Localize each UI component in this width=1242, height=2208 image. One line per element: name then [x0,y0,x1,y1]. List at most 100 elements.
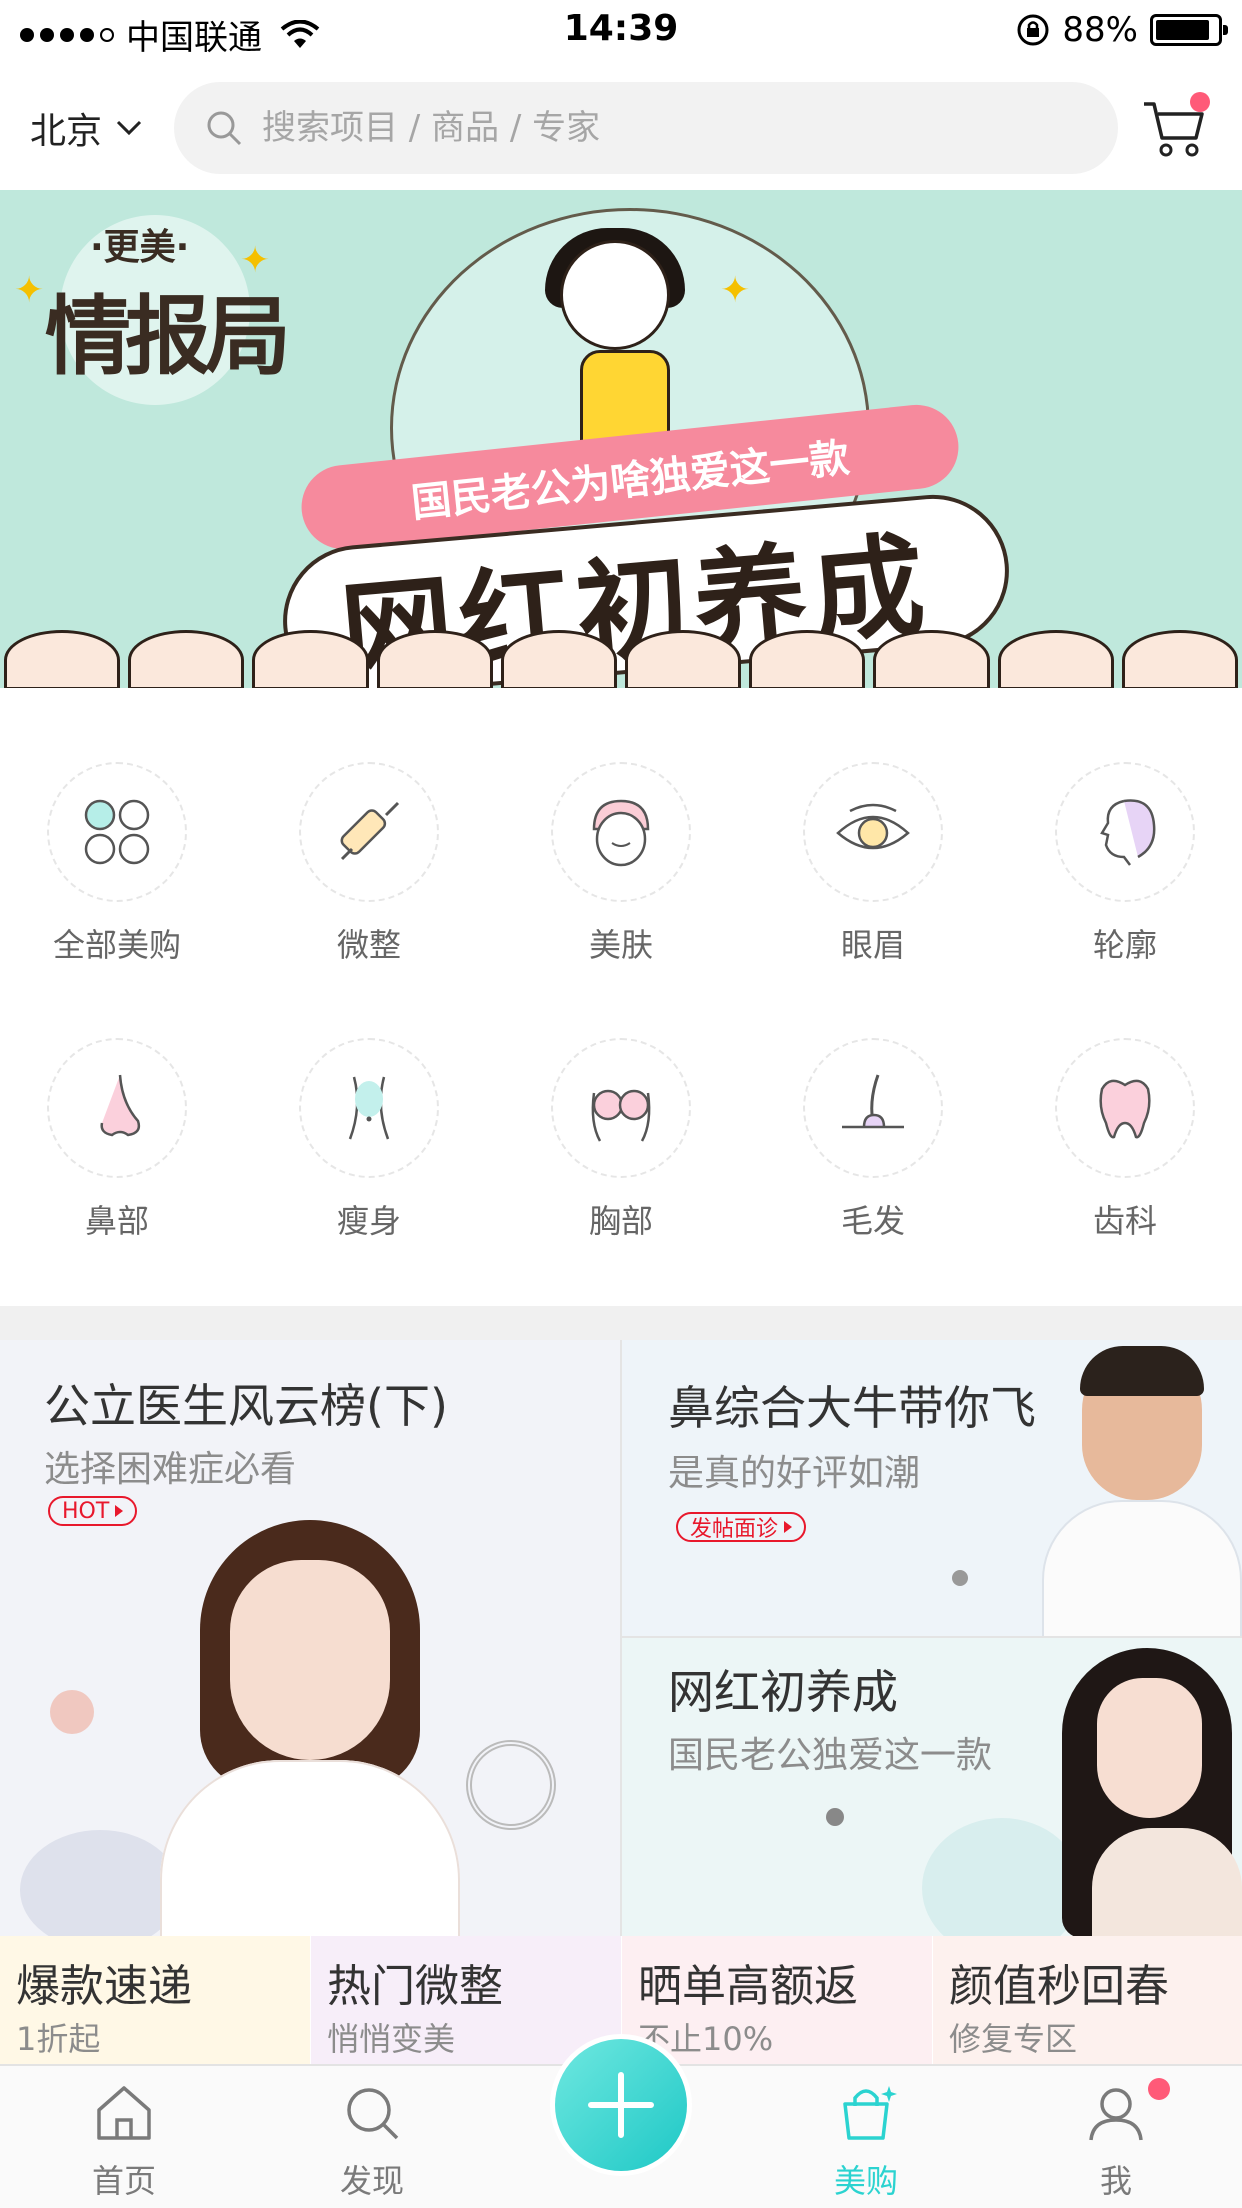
category-label: 眼眉 [840,926,905,964]
tab-me[interactable]: 我 [1036,2080,1196,2202]
feature-subtitle: 1折起 [16,2020,101,2058]
promo-doctor-photo [1042,1346,1242,1636]
clover-icon [84,799,150,865]
discover-search-icon [347,2088,399,2140]
status-bar: 中国联通 14:39 88% [0,0,1242,62]
nose-icon [100,1074,141,1137]
promo-subtitle: 选择困难症必看 [44,1449,297,1490]
city-selector[interactable]: 北京 [30,102,142,154]
tooth-icon [1099,1079,1151,1139]
home-icon [97,2086,151,2140]
category-item-nose[interactable]: 鼻部 [0,1016,252,1256]
banner-logo: 情报局 [45,287,291,387]
syringe-icon [340,801,400,861]
consult-tag: 发帖面诊 [676,1512,807,1542]
search-input[interactable] [262,108,1062,148]
decor-dot [826,1808,844,1826]
consult-tag-label: 发帖面诊 [690,1517,779,1542]
search-bar[interactable] [174,82,1118,174]
hair-icon [842,1074,904,1129]
promo-section: 公立医生风云榜(下) 选择困难症必看 HOT 鼻综合大牛带你飞 是真的好评如潮 … [0,1340,1242,1936]
hot-tag: HOT [48,1496,138,1526]
promo-title: 公立医生风云榜(下) [44,1379,448,1433]
feature-tile[interactable]: 热门微整 悄悄变美 [311,1936,621,2064]
category-item-microplastic[interactable]: 微整 [252,740,504,980]
promo-card-nose[interactable]: 鼻综合大牛带你飞 是真的好评如潮 发帖面诊 [622,1340,1242,1636]
feature-subtitle: 修复专区 [949,2020,1078,2058]
face-towel-icon [592,799,650,867]
promo-model-photo [160,1520,460,1936]
waist-icon [348,1076,390,1140]
promo-card-influencer[interactable]: 网红初养成 国民老公独爱这一款 [622,1638,1242,1936]
plus-icon [588,2072,654,2138]
category-item-skin[interactable]: 美肤 [504,740,756,980]
me-badge-dot [1148,2078,1170,2100]
decor-dot [50,1690,94,1734]
search-icon [207,111,242,146]
rotation-lock-icon [1017,14,1049,46]
decor-dot [952,1570,968,1586]
category-label: 鼻部 [84,1202,149,1240]
promo-subtitle: 是真的好评如潮 [668,1453,921,1494]
promo-banner[interactable]: ·更美· 情报局 ✦ ✦ ✦ 国民老公为啥独爱这一款 网红初养成 [0,190,1242,688]
cart-badge-dot [1190,92,1210,112]
category-label: 微整 [336,926,401,964]
feature-tile[interactable]: 颜值秒回春 修复专区 [933,1936,1242,2064]
post-button[interactable] [550,2034,692,2176]
category-label: 美肤 [588,926,653,964]
tab-discover[interactable]: 发现 [292,2080,452,2202]
city-name: 北京 [30,111,103,152]
battery-icon [1150,14,1228,46]
banner-crowd [0,630,1242,688]
promo-card-doctors[interactable]: 公立医生风云榜(下) 选择困难症必看 HOT [0,1340,620,1936]
decor-ring [466,1740,556,1830]
tab-shop[interactable]: 美购 [786,2080,946,2202]
hot-tag-label: HOT [62,1498,110,1524]
promo-subtitle: 国民老公独爱这一款 [668,1735,993,1776]
tab-label: 我 [1099,2162,1132,2200]
decor-blob [20,1830,180,1936]
category-label: 胸部 [588,1202,653,1240]
eye-icon [836,803,910,850]
category-item-chest[interactable]: 胸部 [504,1016,756,1256]
category-label: 全部美购 [52,926,181,964]
category-label: 齿科 [1092,1202,1157,1240]
category-label: 瘦身 [336,1202,401,1240]
promo-model-photo [1042,1638,1242,1936]
section-divider [0,1306,1242,1340]
tab-label: 发现 [339,2162,404,2200]
sparkle-icon: ✦ [720,270,751,311]
chest-icon [591,1089,651,1142]
feature-tile[interactable]: 爆款速递 1折起 [0,1936,310,2064]
promo-title: 鼻综合大牛带你飞 [668,1381,1036,1435]
header: 北京 [0,70,1242,188]
feature-subtitle: 悄悄变美 [327,2020,456,2058]
feature-title: 晒单高额返 [638,1961,858,2012]
banner-girl-face [560,240,670,350]
category-label: 轮廓 [1092,926,1157,964]
user-icon [1089,2088,1143,2141]
category-item-all[interactable]: 全部美购 [0,740,252,980]
chevron-down-icon [116,120,142,136]
sparkle-icon: ✦ [14,270,45,311]
status-right: 88% [1016,10,1228,50]
tab-label: 首页 [91,2162,156,2200]
category-item-hair[interactable]: 毛发 [756,1016,1008,1256]
feature-tile[interactable]: 晒单高额返 不止10% [622,1936,932,2064]
tab-label: 美购 [833,2162,898,2200]
feature-title: 热门微整 [327,1961,503,2012]
face-profile-icon [1100,799,1156,866]
category-label: 毛发 [840,1202,905,1240]
promo-title: 网红初养成 [668,1665,898,1719]
category-item-slimming[interactable]: 瘦身 [252,1016,504,1256]
battery-percent: 88% [1062,10,1138,50]
shopping-bag-icon [843,2086,897,2140]
category-item-eyes[interactable]: 眼眉 [756,740,1008,980]
tab-home[interactable]: 首页 [44,2080,204,2202]
feature-title: 颜值秒回春 [949,1961,1169,2012]
banner-logo-small: ·更美· [90,227,190,268]
category-item-dental[interactable]: 齿科 [1008,1016,1242,1256]
category-item-contour[interactable]: 轮廓 [1008,740,1242,980]
sparkle-icon: ✦ [240,240,271,281]
feature-title: 爆款速递 [16,1961,192,2012]
